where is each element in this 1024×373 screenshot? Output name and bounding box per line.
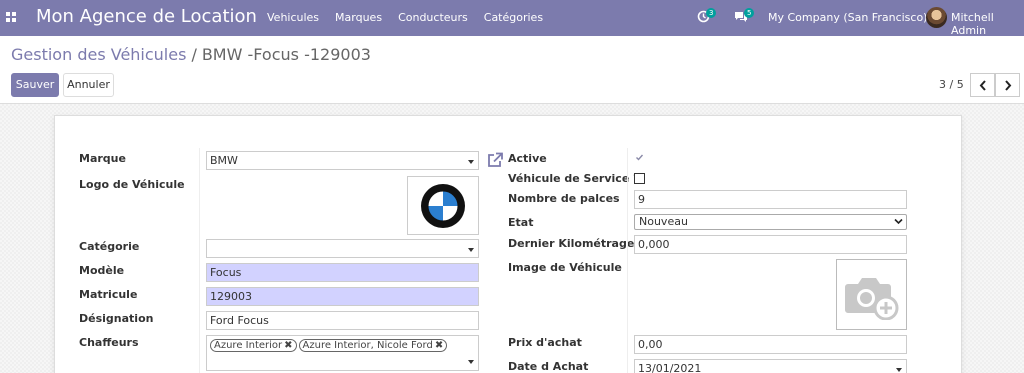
- etat-select[interactable]: Nouveau: [634, 214, 907, 230]
- breadcrumb-separator: /: [191, 45, 197, 64]
- marque-value: BMW: [210, 154, 238, 167]
- dropdown-caret-icon: [468, 160, 474, 164]
- menu-item-marques[interactable]: Marques: [335, 11, 382, 24]
- pager-previous-button[interactable]: [970, 73, 995, 97]
- save-button[interactable]: Sauver: [11, 73, 59, 97]
- menu-item-vehicules[interactable]: Vehicules: [267, 11, 319, 24]
- user-avatar[interactable]: [926, 7, 947, 28]
- modele-field[interactable]: Focus: [206, 263, 479, 282]
- marque-field[interactable]: BMW: [206, 151, 479, 170]
- designation-field[interactable]: Ford Focus: [206, 311, 479, 330]
- remove-tag-icon[interactable]: ✖: [435, 340, 443, 351]
- label-nombre-places: Nombre de palces: [508, 192, 620, 205]
- label-dernier-km: Dernier Kilométrage: [508, 237, 635, 250]
- label-designation: Désignation: [79, 312, 154, 325]
- etat-value: Nouveau: [639, 215, 688, 228]
- breadcrumb: Gestion des Véhicules / BMW -Focus -129003: [11, 45, 371, 64]
- bmw-logo-icon: [421, 184, 465, 228]
- label-vehicule-service: Véhicule de Service ?: [508, 172, 640, 185]
- chauffeur-tag[interactable]: Azure Interior ✖: [210, 339, 297, 352]
- dernier-km-value: 0,000: [638, 238, 670, 251]
- dropdown-caret-icon: [468, 248, 474, 252]
- label-image-vehicule: Image de Véhicule: [508, 261, 622, 274]
- nombre-places-field[interactable]: 9: [634, 190, 907, 209]
- chauffeurs-field[interactable]: Azure Interior ✖ Azure Interior, Nicole Fo…: [206, 335, 479, 371]
- messages-icon[interactable]: 5: [734, 8, 755, 26]
- chauffeur-tag[interactable]: Azure Interior, Nicole Ford ✖: [298, 339, 448, 352]
- logo-image[interactable]: [407, 176, 479, 235]
- label-logo: Logo de Véhicule: [79, 178, 185, 191]
- discard-button[interactable]: Annuler: [63, 73, 114, 97]
- activity-count-badge: 3: [706, 8, 717, 18]
- dernier-km-field[interactable]: 0,000: [634, 235, 907, 254]
- remove-tag-icon[interactable]: ✖: [284, 340, 292, 351]
- vehicule-service-checkbox[interactable]: [634, 173, 645, 184]
- label-active: Active: [508, 152, 547, 165]
- breadcrumb-current: BMW -Focus -129003: [201, 45, 371, 64]
- label-modele: Modèle: [79, 264, 125, 277]
- label-chauffeurs: Chaffeurs: [79, 336, 139, 349]
- image-vehicule-upload[interactable]: [836, 259, 907, 330]
- dropdown-caret-icon: [468, 360, 474, 364]
- label-prix-achat: Prix d'achat: [508, 336, 582, 349]
- breadcrumb-parent[interactable]: Gestion des Véhicules: [11, 45, 186, 64]
- activity-icon[interactable]: 3: [697, 8, 717, 26]
- external-link-icon[interactable]: [487, 152, 504, 168]
- pager-value[interactable]: 3 / 5: [939, 78, 964, 91]
- user-menu[interactable]: Mitchell Admin: [951, 11, 1024, 37]
- label-etat: Etat: [508, 216, 534, 229]
- messages-count-badge: 5: [744, 8, 755, 18]
- pager-next-button[interactable]: [995, 73, 1020, 97]
- chauffeur-tag-label: Azure Interior: [214, 340, 283, 351]
- dropdown-caret-icon: [896, 368, 902, 372]
- active-checkbox[interactable]: [635, 153, 644, 162]
- label-matricule: Matricule: [79, 288, 138, 301]
- company-switcher[interactable]: My Company (San Francisco): [768, 11, 927, 24]
- chevron-left-icon: [979, 80, 986, 91]
- matricule-field[interactable]: 129003: [206, 287, 479, 306]
- date-achat-field[interactable]: 13/01/2021: [634, 359, 907, 373]
- column-divider-left: [199, 148, 200, 373]
- main-menu: Vehicules Marques Conducteurs Catégories: [267, 11, 559, 24]
- app-brand[interactable]: Mon Agence de Location: [36, 6, 257, 27]
- label-date-achat: Date d Achat: [508, 360, 589, 373]
- column-divider-right: [627, 148, 628, 373]
- modele-value: Focus: [210, 266, 242, 279]
- date-achat-value: 13/01/2021: [638, 362, 702, 373]
- chevron-right-icon: [1005, 80, 1012, 91]
- label-marque: Marque: [79, 152, 126, 165]
- nombre-places-value: 9: [638, 193, 645, 206]
- menu-item-categories[interactable]: Catégories: [484, 11, 543, 24]
- prix-achat-value: 0,00: [638, 338, 663, 351]
- prix-achat-field[interactable]: 0,00: [634, 335, 907, 354]
- designation-value: Ford Focus: [210, 314, 269, 327]
- matricule-value: 129003: [210, 290, 252, 303]
- chauffeur-tag-label: Azure Interior, Nicole Ford: [302, 340, 433, 351]
- chevron-down-icon: [894, 218, 903, 225]
- label-categorie: Catégorie: [79, 240, 140, 253]
- camera-add-icon: [845, 278, 899, 320]
- top-navbar: Mon Agence de Location Vehicules Marques…: [0, 0, 1024, 37]
- menu-item-conducteurs[interactable]: Conducteurs: [398, 11, 468, 24]
- categorie-field[interactable]: [206, 239, 479, 258]
- apps-menu-icon[interactable]: [6, 12, 18, 24]
